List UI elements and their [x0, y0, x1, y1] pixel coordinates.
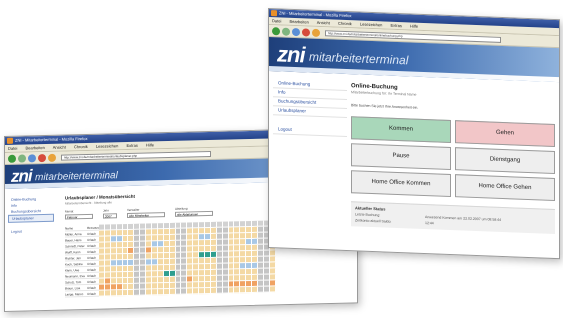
menu-item[interactable]: Ansicht	[53, 144, 66, 149]
dienstgang-button[interactable]: Dienstgang	[455, 147, 555, 175]
stop-icon[interactable]	[302, 28, 310, 37]
status-value: 12:44	[425, 221, 434, 226]
kommen-button[interactable]: Kommen	[351, 116, 451, 144]
menu-item[interactable]: Hilfe	[410, 23, 418, 28]
menu-item[interactable]: Datei	[272, 18, 281, 23]
pause-button[interactable]: Pause	[351, 143, 451, 171]
logo-wordmark: mitarbeiterterminal	[309, 49, 409, 68]
reload-icon[interactable]	[28, 154, 36, 163]
firefox-icon	[7, 137, 13, 144]
row-type: Urlaub	[87, 290, 99, 297]
filter-department: Abteilung alle Abteilungen	[175, 206, 213, 217]
sidebar-item-logout[interactable]: Logout	[273, 125, 347, 138]
filter-label: Monat	[65, 209, 74, 214]
booking-hint: Bitte buchen Sie jetzt Ihre Anwesenheit …	[351, 103, 419, 110]
month-select[interactable]: Februar	[65, 213, 93, 220]
status-label: Zeitkonto aktuell Saldo:	[355, 218, 392, 224]
booking-buttons: Kommen Gehen Pause Dienstgang Home Offic…	[351, 116, 555, 202]
menu-item[interactable]: Chronik	[338, 21, 352, 27]
firefox-icon	[271, 10, 277, 17]
department-select[interactable]: alle Abteilungen	[175, 210, 213, 217]
home-icon[interactable]	[48, 153, 56, 162]
sidebar-item-urlaubsplaner[interactable]: Urlaubsplaner	[273, 106, 347, 119]
menu-item[interactable]: Lesezeichen	[96, 143, 118, 149]
sidebar-item-urlaubsplaner[interactable]: Urlaubsplaner	[8, 213, 54, 223]
filter-year: Jahr 2007	[103, 208, 117, 219]
gehen-button[interactable]: Gehen	[455, 120, 555, 148]
year-select[interactable]: 2007	[103, 213, 117, 219]
forward-arrow-icon[interactable]	[18, 154, 26, 163]
menu-item[interactable]: Extras	[390, 23, 401, 28]
filter-month: Monat Februar	[65, 209, 93, 220]
day-cell[interactable]	[269, 286, 276, 293]
back-arrow-icon[interactable]	[8, 154, 16, 163]
online-buchung-main: Online-Buchung Mitarbeiterbuchung für: I…	[351, 82, 555, 235]
sidebar-item-logout[interactable]: Logout	[8, 228, 54, 235]
zni-logo: zni	[277, 41, 305, 68]
front-window-title: ZNI - Mitarbeiterterminal - Mozilla Fire…	[279, 10, 352, 19]
menu-item[interactable]: Bearbeiten	[25, 145, 44, 150]
back-sidebar: Online-Buchung Info Buchungsübersicht Ur…	[8, 196, 54, 235]
back-arrow-icon[interactable]	[272, 27, 280, 36]
menu-item[interactable]: Datei	[8, 146, 17, 151]
manager-select[interactable]: Alle Mitarbeiter	[127, 212, 165, 218]
menu-item[interactable]: Hilfe	[146, 142, 154, 147]
menu-item[interactable]: Ansicht	[317, 20, 330, 26]
filter-label: Jahr	[103, 208, 109, 213]
forward-arrow-icon[interactable]	[282, 27, 290, 36]
home-icon[interactable]	[312, 28, 320, 37]
menu-item[interactable]: Chronik	[74, 144, 88, 149]
menu-item[interactable]: Bearbeiten	[289, 19, 308, 25]
back-window-title: ZNI - Mitarbeiterterminal - Mozilla Fire…	[15, 135, 88, 143]
home-office-kommen-button[interactable]: Home Office Kommen	[351, 170, 451, 198]
menu-item[interactable]: Extras	[126, 143, 137, 148]
stop-icon[interactable]	[38, 153, 46, 163]
filter-manager: Verwalter Alle Mitarbeiter	[127, 207, 165, 218]
menu-item[interactable]: Lesezeichen	[360, 22, 382, 28]
front-sidebar: Online-Buchung Info Buchungsübersicht Ur…	[273, 79, 347, 138]
reload-icon[interactable]	[292, 27, 300, 37]
home-office-gehen-button[interactable]: Home Office Gehen	[455, 174, 555, 202]
address-bar[interactable]: http://www.zni.de/mitarbeiterterminal/ur…	[61, 150, 211, 161]
employee-name: Lange, Marco	[65, 290, 87, 298]
online-buchung-window: ZNI - Mitarbeiterterminal - Mozilla Fire…	[268, 8, 560, 260]
status-panel: Aktueller Status Letzte Buchung: Anwesen…	[351, 201, 555, 235]
